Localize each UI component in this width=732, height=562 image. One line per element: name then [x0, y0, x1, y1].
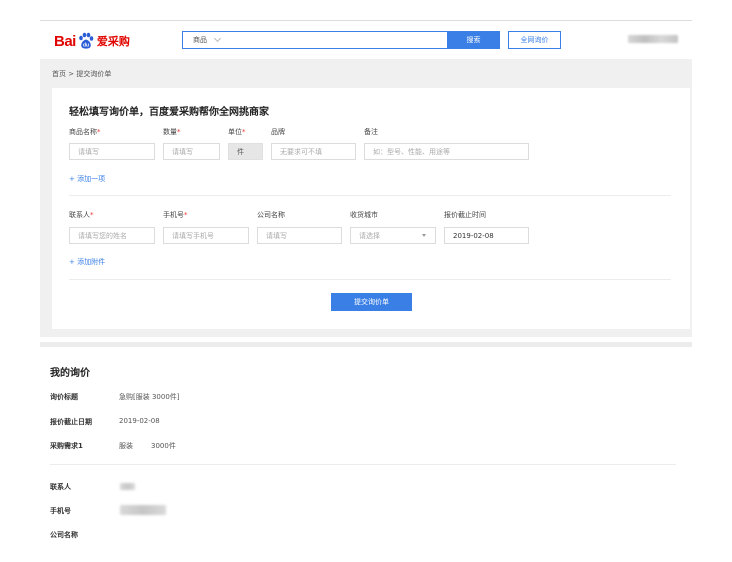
deadline-date-field[interactable]: 2019-02-08 — [444, 227, 529, 244]
logo-text: Bai — [54, 32, 76, 50]
submit-inquiry-button[interactable]: 提交询价单 — [331, 293, 412, 311]
city-label: 收货城市 — [350, 211, 378, 219]
add-attachment-link[interactable]: + 添加附件 — [69, 257, 105, 267]
chevron-down-icon — [213, 34, 222, 43]
contact-value-blurred — [120, 483, 135, 490]
requirement-quantity: 3000件 — [151, 442, 176, 450]
phone-field[interactable]: 请填写手机号 — [163, 227, 249, 244]
inquiry-title-key: 询价标题 — [50, 393, 78, 401]
form-title: 轻松填写询价单，百度爱采购帮你全网挑商家 — [69, 107, 269, 118]
add-item-link[interactable]: + 添加一项 — [69, 174, 105, 184]
inquiry-form-card: 轻松填写询价单，百度爱采购帮你全网挑商家 商品名称* 数量* 单位* 品牌 备注… — [52, 88, 690, 329]
phone-key: 手机号 — [50, 507, 71, 515]
all-inquiry-button[interactable]: 全网询价 — [508, 31, 561, 49]
user-info-blurred[interactable] — [628, 35, 678, 43]
my-inquiry-section: 我的询价 询价标题 急购[服装 3000件] 报价截止日期 2019-02-08… — [40, 347, 692, 562]
search-category-select[interactable]: 商品 — [193, 34, 222, 45]
contact-key: 联系人 — [50, 483, 71, 491]
site-header: Bai du 爱采购 商品 搜索 全网询价 — [40, 21, 692, 59]
contact-label: 联系人* — [69, 211, 94, 219]
phone-value-blurred — [120, 505, 166, 515]
inquiry-divider — [50, 464, 676, 465]
company-field[interactable]: 请填写 — [257, 227, 342, 244]
dropdown-arrow-icon — [422, 234, 426, 237]
phone-label: 手机号* — [163, 211, 188, 219]
form-divider-bottom — [69, 279, 671, 280]
logo-sub-text: 爱采购 — [96, 35, 130, 48]
brand-label: 品牌 — [271, 128, 285, 136]
form-divider — [69, 195, 671, 196]
requirement-product: 服装 — [119, 442, 133, 450]
unit-field: 件 — [228, 143, 263, 160]
search-category-label: 商品 — [193, 36, 207, 44]
quantity-label: 数量* — [163, 128, 181, 136]
remark-field[interactable]: 如：型号、性能、用途等 — [364, 143, 529, 160]
breadcrumb: 首页 > 提交询价单 — [52, 70, 112, 78]
contact-field[interactable]: 请填写您的姓名 — [69, 227, 155, 244]
product-name-field[interactable]: 请填写 — [69, 143, 155, 160]
brand-field[interactable]: 无要求可不填 — [271, 143, 356, 160]
deadline-value: 2019-02-08 — [119, 417, 160, 425]
search-button[interactable]: 搜索 — [447, 31, 500, 49]
inquiry-title-value: 急购[服装 3000件] — [119, 393, 180, 401]
deadline-key: 报价截止日期 — [50, 418, 92, 426]
quantity-field[interactable]: 请填写 — [163, 143, 220, 160]
company-key: 公司名称 — [50, 531, 78, 539]
city-select[interactable]: 请选择 — [350, 227, 436, 244]
company-label: 公司名称 — [257, 211, 285, 219]
remark-label: 备注 — [364, 128, 378, 136]
baidu-aicaigou-logo[interactable]: Bai du 爱采购 — [54, 31, 130, 51]
deadline-label: 报价截止时间 — [444, 211, 486, 219]
paw-icon: du — [77, 32, 95, 50]
my-inquiry-title: 我的询价 — [50, 368, 90, 379]
logo-paw-text: du — [83, 43, 89, 49]
unit-label: 单位* — [228, 128, 246, 136]
product-name-label: 商品名称* — [69, 128, 101, 136]
search-input[interactable]: 商品 — [182, 31, 447, 49]
requirement-key: 采购需求1 — [50, 442, 83, 450]
